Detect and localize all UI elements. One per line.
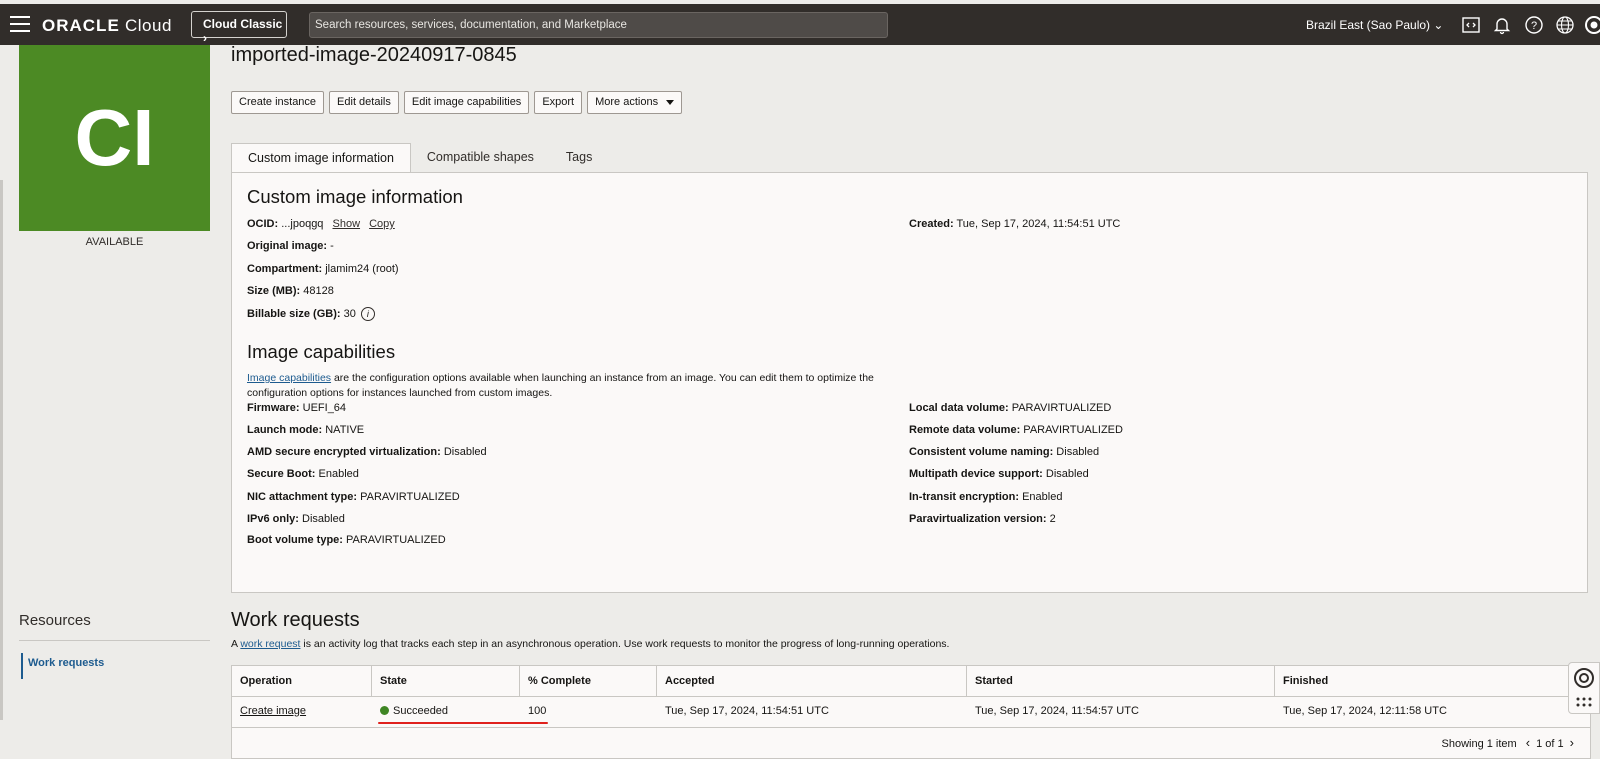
search-input[interactable]: Search resources, services, documentatio…: [309, 12, 888, 38]
column-header-started[interactable]: Started: [967, 666, 1275, 697]
cloud-classic-button[interactable]: Cloud Classic ›: [191, 11, 287, 45]
top-navigation-bar: ORACLE Cloud Cloud Classic › Search reso…: [0, 4, 1600, 45]
floating-help-widget[interactable]: [1568, 662, 1600, 714]
create-instance-button[interactable]: Create instance: [231, 91, 325, 114]
custom-image-info-panel: Custom image information OCID: ...jpoqgq…: [231, 172, 1588, 593]
capability-ipv6-only: IPv6 only: Disabled: [247, 513, 345, 525]
oracle-cloud-logo[interactable]: ORACLE Cloud: [42, 16, 172, 36]
capability-secure-boot: Secure Boot: Enabled: [247, 468, 359, 480]
table-header-divider: [232, 696, 1590, 697]
image-capabilities-heading: Image capabilities: [247, 341, 396, 362]
image-capabilities-description: Image capabilities are the configuration…: [247, 372, 874, 399]
compartment-field: Compartment: jlamim24 (root): [247, 263, 399, 275]
started-cell: Tue, Sep 17, 2024, 11:54:57 UTC: [975, 705, 1139, 717]
work-requests-table: Operation State % Complete Accepted Star…: [231, 665, 1591, 759]
image-status-label: AVAILABLE: [85, 236, 144, 248]
resources-heading: Resources: [19, 612, 91, 629]
left-edge-divider: [0, 180, 3, 720]
detail-tabs: Custom image information Compatible shap…: [231, 143, 608, 173]
region-selector[interactable]: Brazil East (Sao Paulo) ⌄: [1306, 18, 1443, 32]
svg-text:?: ?: [1531, 20, 1537, 32]
chevron-right-icon: ›: [203, 31, 207, 45]
pagination: Showing 1 item ‹ 1 of 1 ›: [1441, 735, 1575, 750]
work-requests-description: A work request is an activity log that t…: [231, 638, 950, 650]
caret-down-icon: [666, 99, 675, 105]
tab-compatible-shapes[interactable]: Compatible shapes: [411, 143, 550, 173]
previous-page-icon[interactable]: ‹: [1526, 735, 1530, 750]
bell-icon[interactable]: [1492, 15, 1512, 35]
edit-image-capabilities-button[interactable]: Edit image capabilities: [403, 91, 530, 114]
image-capabilities-link[interactable]: Image capabilities: [247, 372, 331, 384]
capability-paravirtualization-version: Paravirtualization version: 2: [909, 513, 1056, 525]
tab-custom-image-information[interactable]: Custom image information: [231, 143, 411, 173]
capability-nic-attachment: NIC attachment type: PARAVIRTUALIZED: [247, 491, 460, 503]
custom-image-tile: CI: [19, 45, 210, 231]
ocid-show-link[interactable]: Show: [333, 218, 361, 230]
next-page-icon[interactable]: ›: [1570, 735, 1574, 750]
capability-firmware: Firmware: UEFI_64: [247, 402, 347, 414]
ocid-field: OCID: ...jpoqgq Show Copy: [247, 218, 395, 230]
billable-size-field: Billable size (GB): 30 i: [247, 307, 375, 321]
capability-boot-volume: Boot volume type: PARAVIRTUALIZED: [247, 534, 446, 546]
create-image-link[interactable]: Create image: [240, 705, 306, 717]
custom-image-info-heading: Custom image information: [247, 186, 463, 207]
work-request-link[interactable]: work request: [240, 638, 300, 650]
red-highlight-underline: [378, 722, 548, 724]
hamburger-menu-icon[interactable]: [10, 16, 30, 32]
column-header-accepted[interactable]: Accepted: [657, 666, 967, 697]
column-header-finished[interactable]: Finished: [1275, 666, 1585, 697]
original-image-field: Original image: -: [247, 240, 334, 252]
more-actions-label: More actions: [595, 96, 659, 108]
capability-amd-sev: AMD secure encrypted virtualization: Dis…: [247, 446, 487, 458]
success-status-dot: [380, 706, 389, 715]
edit-details-button[interactable]: Edit details: [329, 91, 399, 114]
capability-in-transit-encryption: In-transit encryption: Enabled: [909, 491, 1063, 503]
globe-language-icon[interactable]: [1555, 15, 1575, 35]
size-field: Size (MB): 48128: [247, 285, 334, 297]
info-icon[interactable]: i: [360, 307, 375, 321]
chevron-down-icon: ⌄: [1433, 18, 1444, 32]
capability-remote-data-volume: Remote data volume: PARAVIRTUALIZED: [909, 424, 1123, 436]
finished-cell: Tue, Sep 17, 2024, 12:11:58 UTC: [1283, 705, 1447, 717]
capability-launch-mode: Launch mode: NATIVE: [247, 424, 365, 436]
work-requests-heading: Work requests: [231, 609, 360, 631]
action-toolbar: Create instance Edit details Edit image …: [231, 91, 687, 114]
tab-tags[interactable]: Tags: [550, 143, 608, 173]
code-editor-icon[interactable]: [1461, 15, 1481, 35]
capability-consistent-volume-naming: Consistent volume naming: Disabled: [909, 446, 1100, 458]
resources-divider: [19, 640, 210, 641]
percent-complete-cell: 100: [528, 705, 547, 717]
more-actions-button[interactable]: More actions: [587, 91, 683, 114]
lifebuoy-icon[interactable]: [1569, 663, 1600, 715]
table-row-divider: [232, 727, 1590, 728]
column-header-state[interactable]: State: [372, 666, 520, 697]
sidebar-item-work-requests[interactable]: Work requests: [21, 653, 210, 679]
page-title: imported-image-20240917-0845: [231, 44, 517, 66]
created-field: Created: Tue, Sep 17, 2024, 11:54:51 UTC: [909, 218, 1121, 230]
user-profile-icon[interactable]: [1584, 15, 1600, 35]
column-header-operation[interactable]: Operation: [232, 666, 372, 697]
state-cell: Succeeded: [380, 705, 448, 717]
help-icon[interactable]: ?: [1524, 15, 1544, 35]
capability-multipath: Multipath device support: Disabled: [909, 468, 1089, 480]
column-header-percent-complete[interactable]: % Complete: [520, 666, 657, 697]
capability-local-data-volume: Local data volume: PARAVIRTUALIZED: [909, 402, 1112, 414]
ocid-copy-link[interactable]: Copy: [369, 218, 395, 230]
export-button[interactable]: Export: [534, 91, 583, 114]
accepted-cell: Tue, Sep 17, 2024, 11:54:51 UTC: [665, 705, 829, 717]
